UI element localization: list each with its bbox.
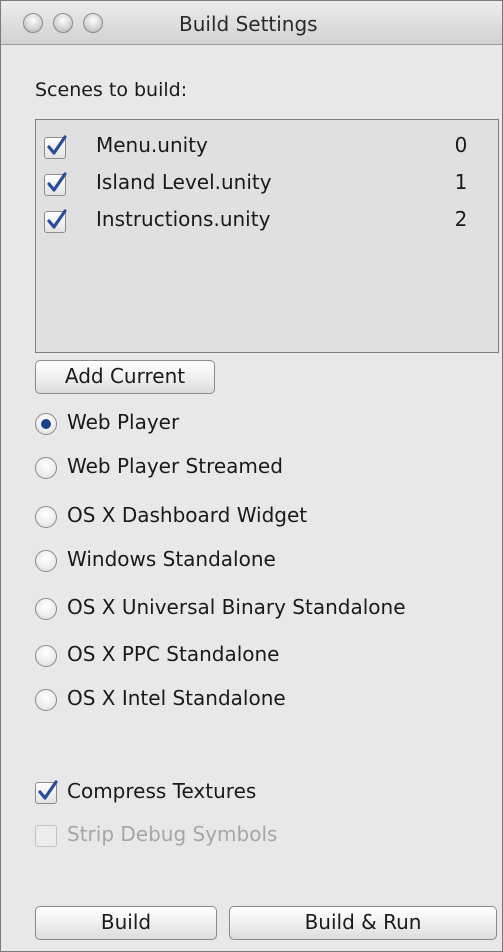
platform-label: OS X Dashboard Widget bbox=[67, 503, 308, 527]
scene-index: 0 bbox=[454, 133, 468, 157]
scene-include-checkbox[interactable] bbox=[44, 172, 67, 196]
compress-textures-checkbox[interactable] bbox=[35, 780, 58, 804]
checkmark-icon bbox=[47, 172, 67, 192]
checkmark-icon bbox=[38, 780, 58, 800]
scene-name: Menu.unity bbox=[96, 133, 208, 157]
scene-row[interactable]: Menu.unity 0 bbox=[36, 131, 498, 165]
title-bar[interactable]: Build Settings bbox=[1, 1, 502, 45]
platform-label: OS X Intel Standalone bbox=[67, 686, 286, 710]
close-window-button[interactable] bbox=[23, 13, 43, 33]
radio-button[interactable] bbox=[35, 645, 57, 667]
radio-button[interactable] bbox=[35, 550, 57, 572]
scene-row[interactable]: Island Level.unity 1 bbox=[36, 168, 498, 202]
platform-label: Web Player Streamed bbox=[67, 454, 283, 478]
build-and-run-button[interactable]: Build & Run bbox=[229, 906, 497, 940]
strip-debug-symbols-option: Strip Debug Symbols bbox=[35, 821, 495, 851]
radio-button[interactable] bbox=[35, 457, 57, 479]
scene-include-checkbox[interactable] bbox=[44, 209, 67, 233]
build-settings-window: Build Settings Scenes to build: Menu.uni… bbox=[0, 0, 503, 952]
zoom-window-button[interactable] bbox=[83, 13, 103, 33]
compress-textures-option[interactable]: Compress Textures bbox=[35, 778, 495, 808]
scene-list[interactable]: Menu.unity 0 Island Level.unity 1 Instru… bbox=[35, 119, 499, 353]
scene-index: 1 bbox=[454, 170, 468, 194]
platform-label: Windows Standalone bbox=[67, 547, 276, 571]
radio-selected-dot bbox=[41, 419, 51, 429]
strip-debug-symbols-label: Strip Debug Symbols bbox=[67, 822, 278, 846]
platform-option-osx-ppc-standalone[interactable]: OS X PPC Standalone bbox=[35, 641, 495, 671]
radio-button[interactable] bbox=[35, 413, 57, 435]
radio-button[interactable] bbox=[35, 598, 57, 620]
platform-option-web-player[interactable]: Web Player bbox=[35, 409, 495, 439]
platform-option-osx-universal-binary-standalone[interactable]: OS X Universal Binary Standalone bbox=[35, 594, 495, 624]
scene-include-checkbox[interactable] bbox=[44, 135, 67, 159]
platform-option-osx-intel-standalone[interactable]: OS X Intel Standalone bbox=[35, 685, 495, 715]
checkmark-icon bbox=[47, 135, 67, 155]
add-current-button[interactable]: Add Current bbox=[35, 360, 215, 394]
platform-option-osx-dashboard-widget[interactable]: OS X Dashboard Widget bbox=[35, 502, 495, 532]
scene-name: Instructions.unity bbox=[96, 207, 271, 231]
radio-button[interactable] bbox=[35, 506, 57, 528]
window-title: Build Settings bbox=[179, 12, 318, 36]
platform-label: OS X PPC Standalone bbox=[67, 642, 280, 666]
scene-row[interactable]: Instructions.unity 2 bbox=[36, 205, 498, 239]
platform-label: Web Player bbox=[67, 410, 180, 434]
platform-option-web-player-streamed[interactable]: Web Player Streamed bbox=[35, 453, 495, 483]
build-button[interactable]: Build bbox=[35, 906, 217, 940]
radio-button[interactable] bbox=[35, 689, 57, 711]
platform-label: OS X Universal Binary Standalone bbox=[67, 595, 406, 619]
scenes-to-build-label: Scenes to build: bbox=[35, 79, 188, 101]
scene-name: Island Level.unity bbox=[96, 170, 272, 194]
minimize-window-button[interactable] bbox=[53, 13, 73, 33]
strip-debug-symbols-checkbox bbox=[35, 825, 57, 847]
compress-textures-label: Compress Textures bbox=[67, 779, 257, 803]
platform-option-windows-standalone[interactable]: Windows Standalone bbox=[35, 546, 495, 576]
scene-index: 2 bbox=[454, 207, 468, 231]
checkmark-icon bbox=[47, 209, 67, 229]
